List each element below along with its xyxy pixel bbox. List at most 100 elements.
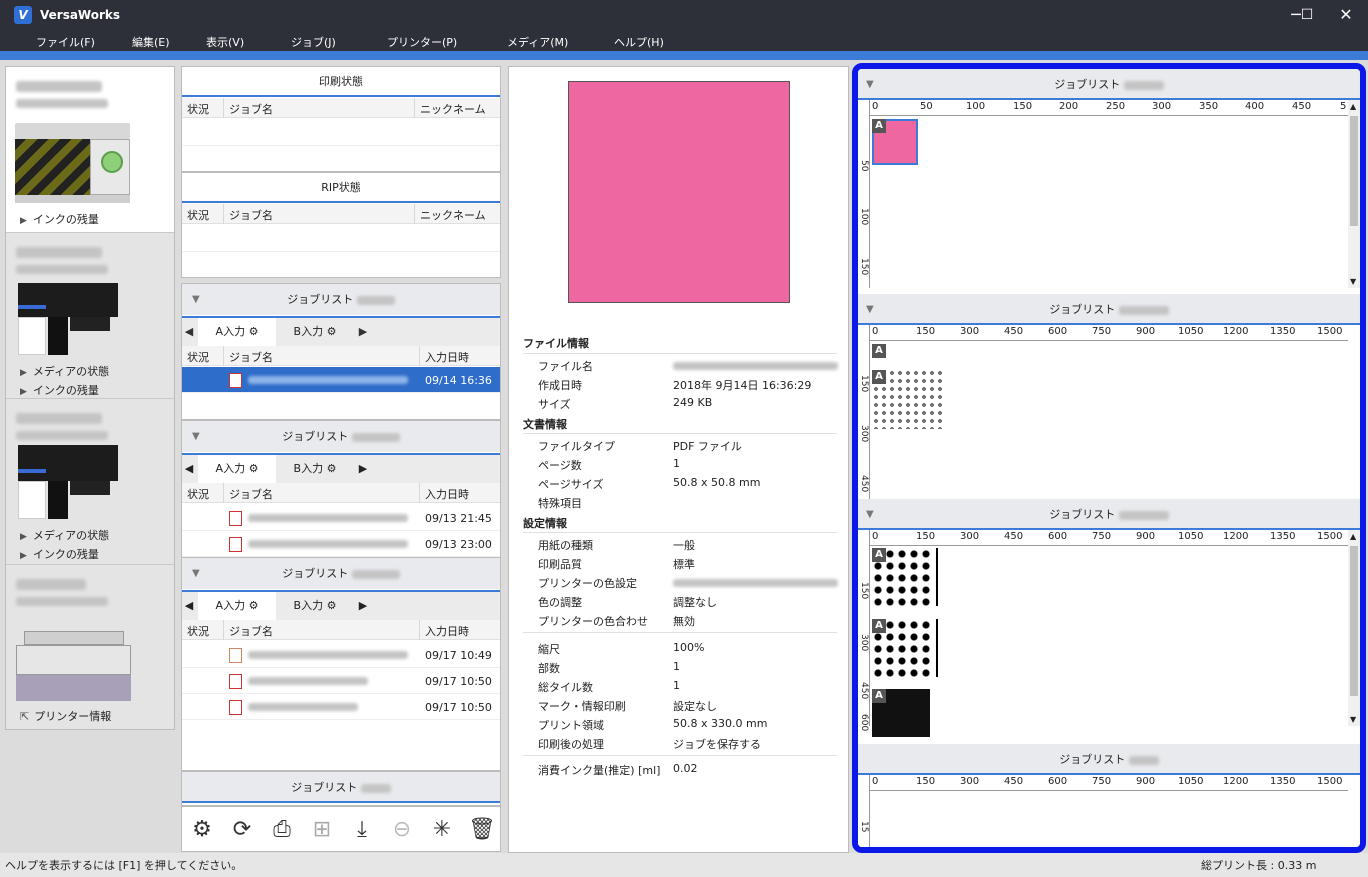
printer-item-3[interactable]: ▶ メディアの状態 ▶ インクの残量 (6, 399, 174, 565)
maximize-button[interactable]: ☐ (1293, 5, 1321, 25)
layout-header[interactable]: ▼ ジョブリスト (858, 294, 1360, 325)
col-jobname[interactable]: ジョブ名 (229, 349, 273, 365)
col-status[interactable]: 状況 (187, 207, 209, 223)
tab-next-icon[interactable]: ▶ (356, 455, 370, 483)
layout-header[interactable]: ジョブリスト (858, 744, 1360, 775)
ink-level-link[interactable]: ▶ インクの残量 (20, 211, 99, 227)
vertical-scrollbar[interactable]: ▲ ▼ (1348, 530, 1360, 726)
col-date[interactable]: 入力日時 (425, 349, 469, 365)
horizontal-ruler: 0 150 300 450 600 750 900 1050 1200 1350 1500 (870, 530, 1348, 546)
scroll-down-icon[interactable]: ▼ (1350, 277, 1356, 286)
menu-file[interactable]: ファイル(F) (36, 34, 95, 50)
col-status[interactable]: 状況 (187, 486, 209, 502)
close-button[interactable]: ✕ (1332, 5, 1360, 25)
printer-item-4[interactable]: ⇱ プリンター情報 (6, 565, 174, 731)
ink-level-link[interactable]: ▶ インクの残量 (20, 382, 99, 398)
layout-header[interactable]: ▼ ジョブリスト (858, 499, 1360, 530)
queue-tabs: ◀ A入力 ⚙ B入力 ⚙ ▶ (182, 453, 500, 483)
print-icon[interactable]: ⎙ (267, 815, 297, 845)
scroll-up-icon[interactable]: ▲ (1350, 532, 1356, 541)
gear-icon[interactable]: ⚙ (327, 599, 337, 612)
menu-printer[interactable]: プリンター(P) (387, 34, 457, 50)
col-nickname[interactable]: ニックネーム (420, 101, 486, 117)
tab-prev-icon[interactable]: ◀ (182, 455, 196, 483)
vertical-scrollbar[interactable]: ▲ ▼ (1348, 100, 1360, 288)
menu-media[interactable]: メディア(M) (507, 34, 568, 50)
tab-next-icon[interactable]: ▶ (356, 592, 370, 620)
layout-header[interactable]: ▼ ジョブリスト (858, 69, 1360, 100)
job-list-header[interactable]: ▼ ジョブリスト (182, 284, 500, 315)
tab-b-input[interactable]: B入力 ⚙ (276, 455, 354, 483)
tab-a-input[interactable]: A入力 ⚙ (198, 318, 276, 346)
media-status-link[interactable]: ▶ メディアの状態 (20, 527, 109, 543)
collapse-icon[interactable]: ▼ (192, 284, 200, 315)
col-status[interactable]: 状況 (187, 623, 209, 639)
job-row[interactable]: 09/17 10:50 (182, 694, 500, 720)
gear-icon[interactable]: ⚙ (249, 325, 259, 338)
ink-level-link[interactable]: ▶ インクの残量 (20, 546, 99, 562)
collapse-icon[interactable]: ▼ (192, 421, 200, 452)
gear-icon[interactable]: ⚙ (249, 599, 259, 612)
scrollbar-thumb[interactable] (1350, 116, 1358, 226)
col-status[interactable]: 状況 (187, 349, 209, 365)
job-list-header[interactable]: ▼ ジョブリスト (182, 558, 500, 589)
tab-prev-icon[interactable]: ◀ (182, 592, 196, 620)
printer-item-1[interactable]: ▶ インクの残量 (6, 67, 174, 233)
collapse-icon[interactable]: ▼ (866, 294, 874, 325)
scroll-up-icon[interactable]: ▲ (1350, 102, 1356, 111)
col-date[interactable]: 入力日時 (425, 623, 469, 639)
vertical-ruler: 150 300 450 600 (858, 530, 870, 731)
gear-icon[interactable]: ⚙ (327, 462, 337, 475)
collapse-icon[interactable]: ▼ (192, 558, 200, 589)
panel-title: 印刷状態 (182, 67, 500, 97)
tab-b-input[interactable]: B入力 ⚙ (276, 318, 354, 346)
col-date[interactable]: 入力日時 (425, 486, 469, 502)
job-thumbnail[interactable] (936, 619, 958, 677)
col-nickname[interactable]: ニックネーム (420, 207, 486, 223)
tab-a-input[interactable]: A入力 ⚙ (198, 455, 276, 483)
gear-icon[interactable]: ⚙ (249, 462, 259, 475)
col-jobname[interactable]: ジョブ名 (229, 486, 273, 502)
tab-a-input[interactable]: A入力 ⚙ (198, 592, 276, 620)
label-media: 用紙の種類 (538, 539, 593, 552)
media-status-link[interactable]: ▶ メディアの状態 (20, 363, 109, 379)
job-name (248, 677, 368, 685)
menu-job[interactable]: ジョブ(J) (291, 34, 336, 50)
trash-icon[interactable]: 🗑 (467, 815, 497, 845)
col-jobname[interactable]: ジョブ名 (229, 207, 273, 223)
menu-view[interactable]: 表示(V) (206, 34, 244, 50)
scrollbar-thumb[interactable] (1350, 546, 1358, 696)
scroll-down-icon[interactable]: ▼ (1350, 715, 1356, 724)
job-row[interactable]: 09/17 10:49 (182, 642, 500, 668)
cancel-icon[interactable]: ⊖ (387, 815, 417, 845)
tab-next-icon[interactable]: ▶ (356, 318, 370, 346)
settings-gear-icon[interactable]: ⚙ (187, 815, 217, 845)
job-row[interactable]: 09/14 16:36 (182, 367, 500, 393)
col-jobname[interactable]: ジョブ名 (229, 623, 273, 639)
title-bar: V VersaWorks ─ ☐ ✕ (0, 0, 1368, 30)
col-jobname[interactable]: ジョブ名 (229, 101, 273, 117)
rip-refresh-icon[interactable]: ⟳ (227, 815, 257, 845)
printer-info-link[interactable]: ⇱ プリンター情報 (20, 708, 111, 724)
col-status[interactable]: 状況 (187, 101, 209, 117)
column-header: 状況 ジョブ名 ニックネーム (182, 98, 500, 118)
tab-prev-icon[interactable]: ◀ (182, 318, 196, 346)
value-size: 249 KB (673, 396, 713, 409)
job-row[interactable]: 09/13 21:45 (182, 505, 500, 531)
collapse-icon[interactable]: ▼ (866, 499, 874, 530)
job-list-header[interactable]: ジョブリスト (182, 772, 500, 803)
menu-edit[interactable]: 編集(E) (132, 34, 170, 50)
job-thumbnail[interactable] (936, 548, 958, 606)
printer-item-2[interactable]: ▶ メディアの状態 ▶ インクの残量 (6, 233, 174, 399)
download-icon[interactable]: ⤓ (347, 815, 377, 845)
nest-icon[interactable]: ⊞ (307, 815, 337, 845)
gear-icon[interactable]: ⚙ (327, 325, 337, 338)
job-row[interactable]: 09/17 10:50 (182, 668, 500, 694)
collapse-icon[interactable]: ▼ (866, 69, 874, 100)
menu-help[interactable]: ヘルプ(H) (614, 34, 664, 50)
value-quality: 標準 (673, 558, 695, 571)
job-list-header[interactable]: ▼ ジョブリスト (182, 421, 500, 452)
processing-spinner-icon[interactable]: ✳ (427, 815, 457, 845)
tab-b-input[interactable]: B入力 ⚙ (276, 592, 354, 620)
job-row[interactable]: 09/13 23:00 (182, 531, 500, 557)
